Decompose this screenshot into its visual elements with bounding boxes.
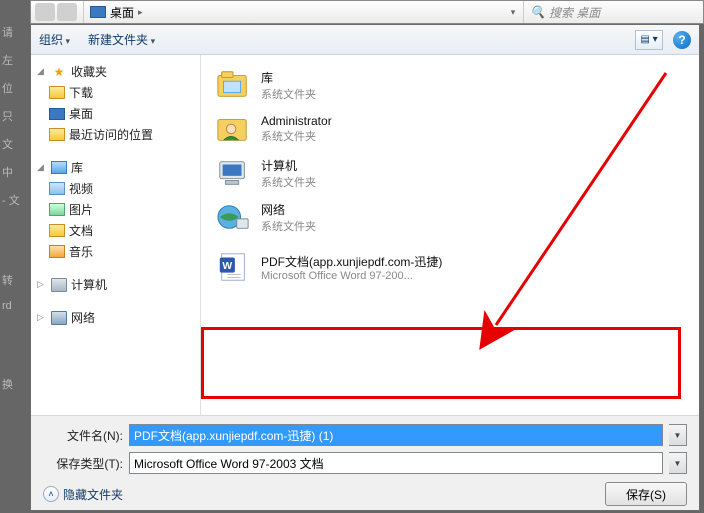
document-icon (49, 223, 65, 239)
navigation-tree: ◢★收藏夹 下载 桌面 最近访问的位置 ◢库 视频 图片 文档 音乐 ▷计算机 … (31, 55, 201, 415)
sidebar-item-recent[interactable]: 最近访问的位置 (35, 124, 196, 145)
computer-icon (51, 277, 67, 293)
dialog-footer: 文件名(N): PDF文档(app.xunjiepdf.com-迅捷) (1) … (31, 415, 699, 510)
computer-icon (213, 155, 253, 191)
organize-menu[interactable]: 组织 (39, 31, 70, 48)
savetype-select[interactable]: Microsoft Office Word 97-2003 文档 (129, 452, 663, 474)
library-folder-icon (213, 67, 253, 103)
search-input[interactable]: 🔍搜索 桌面 (523, 1, 703, 23)
list-item[interactable]: 网络系统文件夹 (211, 195, 689, 239)
recent-icon (49, 127, 65, 143)
file-list: 库系统文件夹 Administrator系统文件夹 计算机系统文件夹 (201, 55, 699, 415)
sidebar-favorites[interactable]: ◢★收藏夹 (35, 61, 196, 82)
list-item[interactable]: 库系统文件夹 (211, 63, 689, 107)
savetype-dropdown[interactable]: ▼ (669, 452, 687, 474)
sidebar-item-downloads[interactable]: 下载 (35, 82, 196, 103)
picture-icon (49, 202, 65, 218)
list-item[interactable]: Administrator系统文件夹 (211, 107, 689, 151)
chevron-up-icon: ˄ (43, 486, 59, 502)
save-button[interactable]: 保存(S) (605, 482, 687, 506)
star-icon: ★ (51, 64, 67, 80)
download-folder-icon (49, 85, 65, 101)
sidebar-item-documents[interactable]: 文档 (35, 220, 196, 241)
hide-folders-toggle[interactable]: ˄ 隐藏文件夹 (43, 486, 123, 503)
desktop-icon (90, 4, 106, 20)
svg-text:W: W (222, 261, 232, 272)
list-item[interactable]: 计算机系统文件夹 (211, 151, 689, 195)
sidebar-item-pictures[interactable]: 图片 (35, 199, 196, 220)
breadcrumb[interactable]: 桌面▸ (84, 4, 503, 21)
forward-button[interactable] (57, 3, 77, 21)
sidebar-item-music[interactable]: 音乐 (35, 241, 196, 262)
sidebar-item-videos[interactable]: 视频 (35, 178, 196, 199)
sidebar-libraries[interactable]: ◢库 (35, 157, 196, 178)
list-item[interactable]: W PDF文档(app.xunjiepdf.com-迅捷)Microsoft O… (211, 245, 689, 289)
filename-label: 文件名(N): (43, 427, 123, 444)
sidebar-network[interactable]: ▷网络 (35, 307, 196, 328)
desktop-icon (49, 106, 65, 122)
word-document-icon: W (213, 249, 253, 285)
library-icon (51, 160, 67, 176)
savetype-label: 保存类型(T): (43, 455, 123, 472)
music-icon (49, 244, 65, 260)
save-dialog: 组织 新建文件夹 ▤ ▾ ? ◢★收藏夹 下载 桌面 最近访问的位置 ◢库 视频 (30, 24, 700, 511)
video-icon (49, 181, 65, 197)
new-folder-button[interactable]: 新建文件夹 (88, 31, 155, 48)
view-options-button[interactable]: ▤ ▾ (635, 30, 663, 50)
back-button[interactable] (35, 3, 55, 21)
network-globe-icon (213, 199, 253, 235)
toolbar: 组织 新建文件夹 ▤ ▾ ? (31, 25, 699, 55)
sidebar-item-desktop[interactable]: 桌面 (35, 103, 196, 124)
address-bar: 桌面▸ ▾ 🔍搜索 桌面 (30, 0, 704, 24)
network-icon (51, 310, 67, 326)
user-folder-icon (213, 111, 253, 147)
sidebar-computer[interactable]: ▷计算机 (35, 274, 196, 295)
background-hint-text: 请左位 只文中 - 文 转rd 换 (2, 24, 30, 404)
filename-input[interactable]: PDF文档(app.xunjiepdf.com-迅捷) (1) (129, 424, 663, 446)
filename-dropdown[interactable]: ▼ (669, 424, 687, 446)
highlight-annotation (201, 327, 681, 399)
help-icon[interactable]: ? (673, 31, 691, 49)
